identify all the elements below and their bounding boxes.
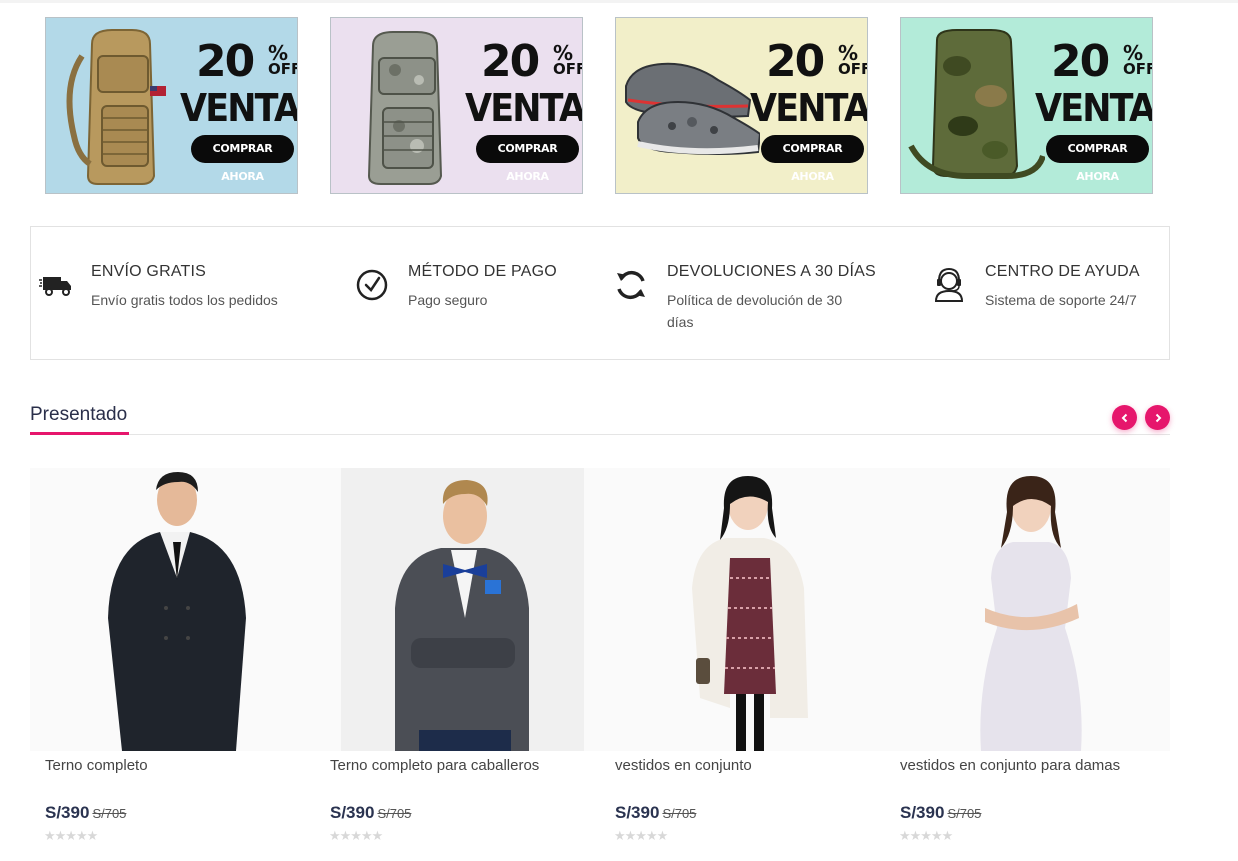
product-image-women-dress[interactable] xyxy=(885,468,1170,751)
product-image-women-cardigan[interactable] xyxy=(600,468,885,751)
old-price: S/705 xyxy=(92,806,127,821)
banner-title: VENTA xyxy=(180,86,298,130)
grey-sneakers-image xyxy=(625,62,760,155)
digital-camo-backpack-image xyxy=(367,31,443,185)
discount-percent: 20 xyxy=(766,36,825,87)
product-name[interactable]: Terno completo xyxy=(45,757,148,774)
promo-banner-backpack-tan[interactable]: 20 % OFF VENTA COMPRAR AHORA xyxy=(45,17,298,194)
chevron-right-icon xyxy=(1155,413,1161,422)
check-circle-icon xyxy=(356,269,388,301)
product-image-men-coat[interactable] xyxy=(30,468,315,751)
rating-stars: ★★★★★ xyxy=(614,828,668,843)
comprar-ahora-button[interactable]: COMPRAR AHORA xyxy=(476,135,579,183)
discount-percent: 20 xyxy=(481,36,540,87)
product-price: S/390 S/705 xyxy=(330,803,411,823)
product-name[interactable]: Terno completo para caballeros xyxy=(330,757,539,774)
carousel-prev-button[interactable] xyxy=(1112,405,1137,430)
promo-banner-sneakers[interactable]: 20 % OFF VENTA COMPRAR AHORA xyxy=(615,17,868,194)
banner-title: VENTA xyxy=(465,86,583,130)
top-divider xyxy=(0,0,1238,3)
feature-title: MÉTODO DE PAGO xyxy=(408,263,557,280)
current-price: S/390 xyxy=(615,803,660,822)
promo-banner-backpack-camo[interactable]: 20 % OFF VENTA COMPRAR AHORA xyxy=(330,17,583,194)
discount-off-label: % OFF xyxy=(553,41,583,78)
feature-subtitle: Política de devolución de 30 días xyxy=(667,292,843,330)
rating-stars: ★★★★★ xyxy=(44,828,98,843)
feature-subtitle: Envío gratis todos los pedidos xyxy=(91,292,278,308)
product-name[interactable]: vestidos en conjunto xyxy=(615,757,752,774)
tan-backpack-image xyxy=(66,29,166,185)
chevron-left-icon xyxy=(1121,413,1127,422)
current-price: S/390 xyxy=(330,803,375,822)
comprar-ahora-button[interactable]: COMPRAR AHORA xyxy=(1046,135,1149,183)
banner-title: VENTA xyxy=(1035,86,1153,130)
product-card[interactable]: Terno completo para caballeros S/390 S/70… xyxy=(315,468,600,861)
discount-off-label: % OFF xyxy=(1123,41,1153,78)
banner-title: VENTA xyxy=(750,86,868,130)
section-title: Presentado xyxy=(30,404,128,425)
feature-subtitle: Sistema de soporte 24/7 xyxy=(985,292,1137,308)
old-price: S/705 xyxy=(662,806,697,821)
discount-percent: 20 xyxy=(1051,36,1110,87)
discount-off-label: % OFF xyxy=(268,41,298,78)
truck-icon xyxy=(39,277,71,296)
section-divider xyxy=(30,434,1170,435)
feature-title: CENTRO DE AYUDA xyxy=(985,263,1140,280)
refresh-icon xyxy=(617,270,645,300)
feature-title: ENVÍO GRATIS xyxy=(91,263,207,280)
product-price: S/390 S/705 xyxy=(615,803,696,823)
section-title-underline xyxy=(30,432,129,435)
promo-banner-backpack-green[interactable]: 20 % OFF VENTA COMPRAR AHORA xyxy=(900,17,1153,194)
product-price: S/390 S/705 xyxy=(900,803,981,823)
old-price: S/705 xyxy=(377,806,412,821)
product-card[interactable]: vestidos en conjunto para damas S/390 S/7… xyxy=(885,468,1170,861)
rating-stars: ★★★★★ xyxy=(899,828,953,843)
discount-percent: 20 xyxy=(196,36,255,87)
rating-stars: ★★★★★ xyxy=(329,828,383,843)
current-price: S/390 xyxy=(900,803,945,822)
product-card[interactable]: Terno completo S/390 S/705 ★★★★★ xyxy=(30,468,315,861)
support-agent-icon xyxy=(934,267,964,302)
current-price: S/390 xyxy=(45,803,90,822)
product-name[interactable]: vestidos en conjunto para damas xyxy=(900,757,1120,774)
discount-off-label: % OFF xyxy=(838,41,868,78)
carousel-next-button[interactable] xyxy=(1145,405,1170,430)
green-camo-backpack-image xyxy=(908,29,1045,179)
features-bar: ENVÍO GRATIS Envío gratis todos los pedi… xyxy=(30,226,1170,360)
comprar-ahora-button[interactable]: COMPRAR AHORA xyxy=(761,135,864,183)
old-price: S/705 xyxy=(947,806,982,821)
product-image-men-suit[interactable] xyxy=(315,468,600,751)
product-card[interactable]: vestidos en conjunto S/390 S/705 ★★★★★ xyxy=(600,468,885,861)
feature-title: DEVOLUCIONES A 30 DÍAS xyxy=(667,263,876,280)
comprar-ahora-button[interactable]: COMPRAR AHORA xyxy=(191,135,294,183)
product-price: S/390 S/705 xyxy=(45,803,126,823)
feature-subtitle: Pago seguro xyxy=(408,292,488,308)
